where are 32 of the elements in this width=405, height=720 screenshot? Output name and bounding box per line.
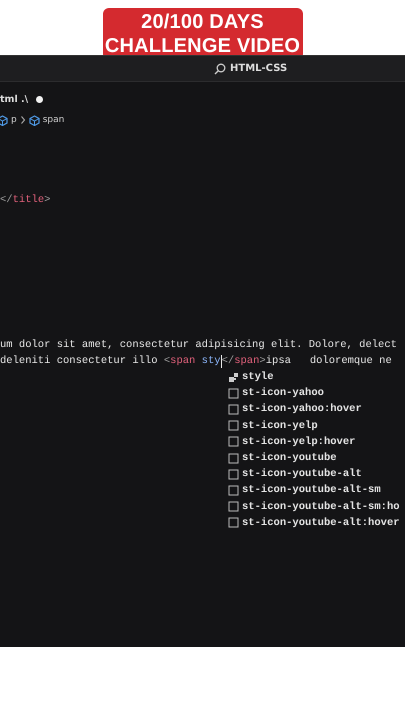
square-icon <box>228 388 239 399</box>
suggestion-item[interactable]: st-icon-youtube-alt-sm:ho <box>242 500 400 513</box>
suggestion-item[interactable]: st-icon-yahoo <box>242 387 324 400</box>
chevron-icon <box>20 115 26 125</box>
suggestion-item[interactable]: st-icon-yelp <box>242 420 318 432</box>
suggestion-item[interactable]: st-icon-youtube-alt-sm <box>242 484 381 496</box>
suggestion-item[interactable]: st-icon-youtube-alt <box>242 468 362 480</box>
suggestion-item[interactable]: st-icon-youtube-alt:hover <box>242 516 400 529</box>
file-tab[interactable]: tml .\ <box>0 94 28 104</box>
square-icon <box>228 468 239 480</box>
square-icon <box>228 452 239 464</box>
square-icon <box>228 436 239 448</box>
breadcrumb-item[interactable]: span <box>42 115 64 125</box>
square-icon <box>228 517 239 528</box>
code-line: um dolor sit amet, consectetur adipisicing elit. Dolore, delect <box>0 338 398 353</box>
suggestion-item[interactable]: style <box>242 371 274 384</box>
breadcrumb-item[interactable]: p <box>11 115 17 125</box>
suggestion-item[interactable]: st-icon-youtube <box>242 452 337 464</box>
snippet-icon <box>228 372 239 383</box>
suggestion-item[interactable]: st-icon-yelp:hover <box>242 436 356 448</box>
cube-icon <box>28 114 40 126</box>
suggestion-item[interactable]: st-icon-yahoo:hover <box>242 403 362 416</box>
text-cursor <box>220 354 222 368</box>
search-label[interactable]: HTML-CSS <box>230 63 288 74</box>
cube-icon <box>0 114 8 126</box>
square-icon <box>228 484 239 496</box>
square-icon <box>228 501 239 512</box>
square-icon <box>228 404 239 415</box>
search-icon <box>214 62 226 74</box>
code-line: deleniti consectetur illo <span sty</span>ipsa doloremque ne <box>0 354 393 369</box>
square-icon <box>228 420 239 432</box>
code-line: </title> <box>0 193 52 208</box>
